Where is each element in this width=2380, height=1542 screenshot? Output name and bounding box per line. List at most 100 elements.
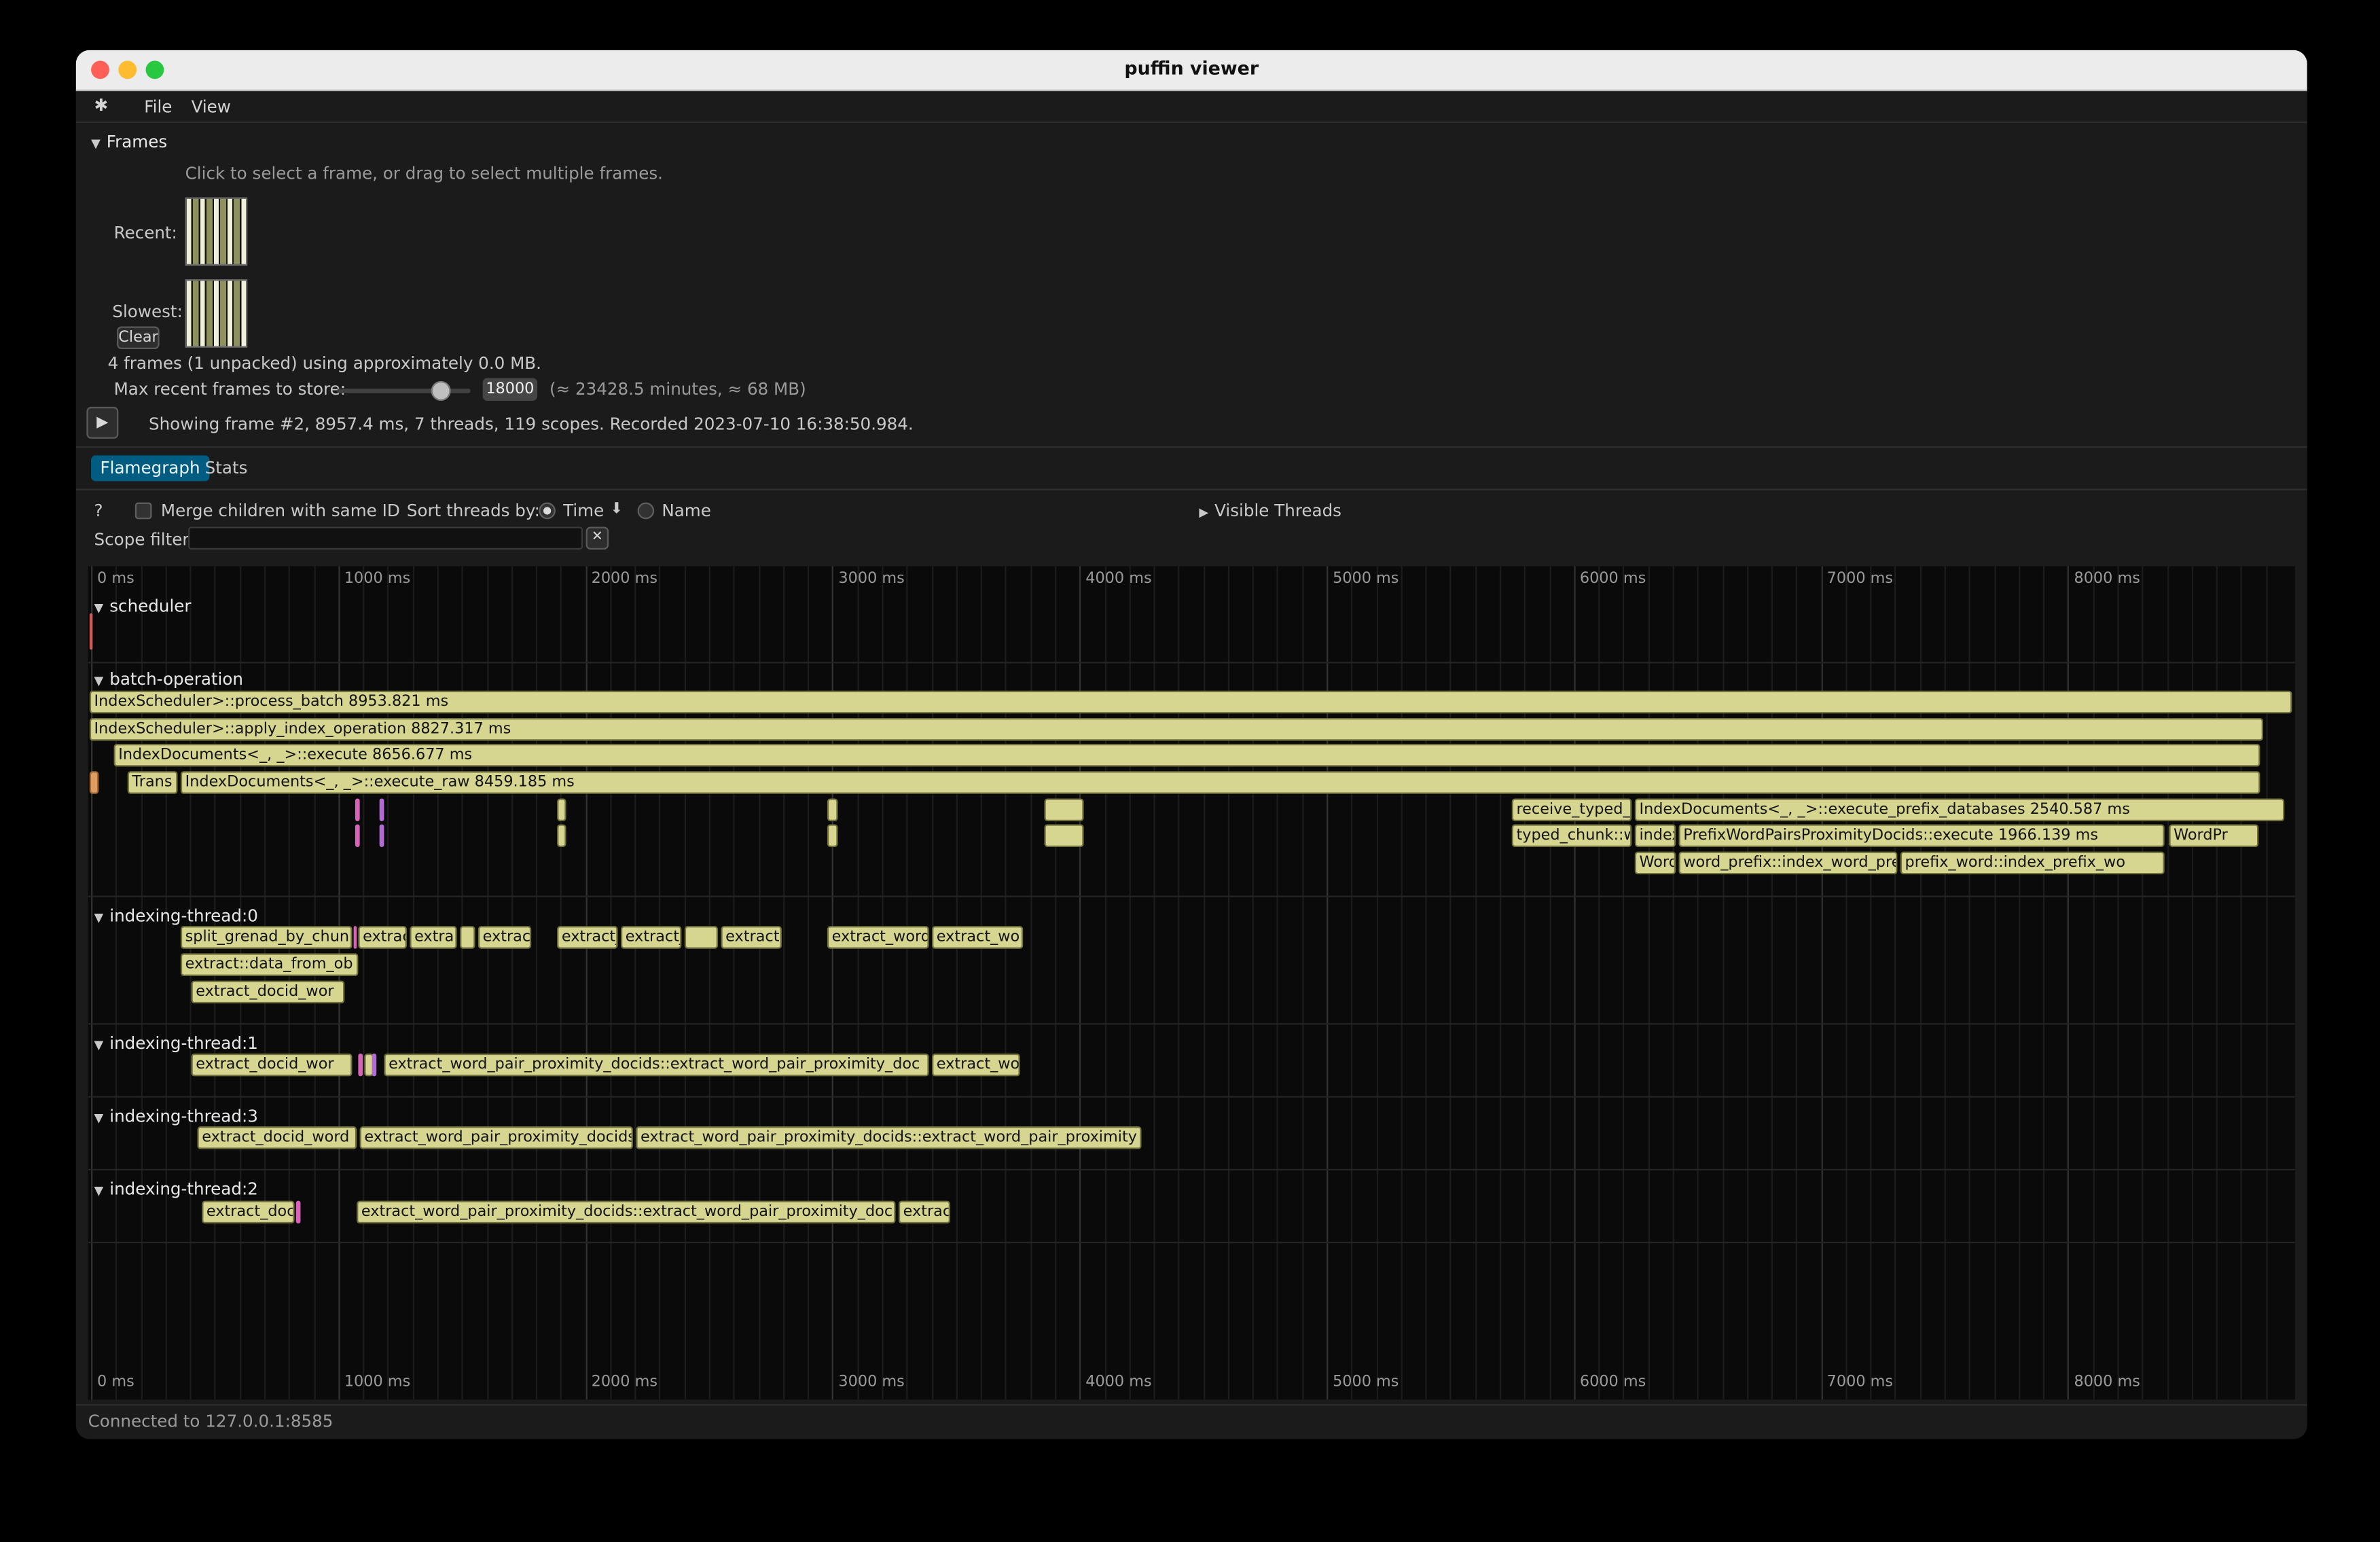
scope-bar[interactable]: extract_word_pair_proximity_docids [360,1126,633,1149]
scope-bar[interactable]: extract_wo [932,926,1023,949]
thread-header[interactable]: ▼ indexing-thread:0 [94,906,258,926]
scope-bar-label: WordPr [2174,827,2228,844]
scope-bar[interactable]: extract_docid_wor [192,981,345,1004]
recent-frames-thumbnail[interactable] [185,198,248,266]
thread-header[interactable]: ▼indexing-thread:1 [94,1034,258,1054]
scope-bar[interactable] [685,926,718,949]
tab-flamegraph[interactable]: Flamegraph [91,455,209,481]
flamegraph-canvas[interactable]: 0 ms0 ms1000 ms1000 ms2000 ms2000 ms3000… [88,567,2295,1400]
scope-bar[interactable]: extract_wo [932,1054,1020,1077]
sort-by-name-radio[interactable] [638,503,655,520]
scope-bar[interactable]: extract_word [827,926,929,949]
thread-name: indexing-thread:2 [109,1179,258,1199]
scope-bar[interactable]: extra [410,926,456,949]
thread-header[interactable]: ▼scheduler [94,596,192,616]
scope-bar[interactable]: extract_word_pair_proximity_docids::extr… [357,1201,895,1224]
scope-bar[interactable]: extract::data_from_ob [181,953,358,976]
scope-bar[interactable]: extract_doc [202,1201,294,1224]
scope-bar[interactable]: IndexDocuments<_, _>::execute 8656.677 m… [114,744,2260,767]
thread-header[interactable]: ▼batch-operation [94,670,243,689]
menu-view[interactable]: View [192,97,231,117]
scope-bar-label: index [1639,827,1676,844]
scope-bar[interactable]: split_grenad_by_chun [181,926,353,949]
scope-bar[interactable] [372,1054,377,1077]
scope-bar[interactable]: prefix_word::index_prefix_wo [1900,852,2165,875]
visible-threads-toggle[interactable]: ▶Visible Threads [1199,501,1341,520]
scope-bar[interactable] [296,1201,301,1224]
scope-bar[interactable] [557,824,566,847]
max-frames-value[interactable]: 18000 [483,378,537,401]
scope-bar-label: receive_typed_ [1516,802,1630,819]
scope-bar[interactable]: extract_docid_wor [192,1054,353,1077]
merge-children-label: Merge children with same ID [161,501,400,520]
slowest-frames-thumbnail[interactable] [185,279,248,348]
scope-bar[interactable]: extract_docid_word [198,1126,357,1149]
collapse-triangle-icon: ▼ [94,911,104,925]
scope-bar[interactable]: IndexScheduler>::process_batch 8953.821 … [90,691,2292,714]
tab-stats[interactable]: Stats [196,455,257,481]
merge-children-checkbox[interactable] [135,503,152,520]
scope-bar[interactable]: IndexDocuments<_, _>::execute_prefix_dat… [1635,798,2284,821]
scope-bar-label: IndexScheduler>::process_batch 8953.821 … [94,694,449,711]
scope-bar[interactable]: typed_chunk::w [1512,824,1632,847]
scope-bar-label: extra [414,929,454,946]
scope-bar[interactable]: extract [721,926,781,949]
thread-header[interactable]: ▼indexing-thread:2 [94,1179,258,1199]
thread-header[interactable]: ▼indexing-thread:3 [94,1107,258,1126]
frames-section-header[interactable]: ▼Frames [91,132,167,151]
scope-bar[interactable]: extract_ [621,926,681,949]
scope-bar[interactable]: receive_typed_ [1512,798,1632,821]
scope-bar[interactable]: PrefixWordPairsProximityDocids::execute … [1679,824,2165,847]
scope-bar[interactable]: extract_ [557,926,617,949]
scope-bar[interactable] [460,926,475,949]
scope-bar[interactable]: index [1635,824,1676,847]
scope-bar[interactable]: extract_word_pair_proximity_docids::extr… [384,1054,928,1077]
thread-name: indexing-thread:0 [109,906,258,926]
scope-bar-label: extract_wo [937,929,1020,946]
scope-bar[interactable] [90,771,98,794]
scope-bar[interactable]: IndexDocuments<_, _>::execute_raw 8459.1… [181,771,2260,794]
titlebar[interactable]: puffin viewer [76,50,2307,91]
scope-bar[interactable] [354,926,357,949]
scope-bar[interactable]: WordPr [2169,824,2258,847]
scope-bar-label: Trans [132,774,172,791]
help-button[interactable]: ? [94,501,103,520]
collapse-triangle-icon: ▼ [94,601,104,615]
scope-bar-label: extract_word_pair_proximity_docids [364,1130,633,1147]
scope-bar[interactable]: IndexScheduler>::apply_index_operation 8… [90,718,2263,741]
scope-bar[interactable]: word_prefix::index_word_prefix_ [1679,852,1898,875]
scope-bar[interactable] [827,798,838,821]
scope-bar[interactable] [1044,824,1083,847]
app-menu-icon[interactable]: ✱ [94,96,109,115]
sort-by-time-radio[interactable] [539,503,556,520]
scope-bar[interactable] [355,798,360,821]
scope-bar[interactable] [380,798,384,821]
scope-bar[interactable]: extrac [899,1201,950,1224]
time-axis-label: 3000 ms [838,571,904,588]
thread-section-separator [88,1096,2295,1097]
scope-bar-label: word_prefix::index_word_prefix_ [1683,855,1897,872]
sort-direction-arrow-icon[interactable]: ⬇ [610,501,623,518]
scope-bar[interactable]: extract_word_pair_proximity_docids::extr… [636,1126,1141,1149]
scope-bar[interactable] [380,824,384,847]
scope-bar[interactable] [827,824,838,847]
scope-bar-label: PrefixWordPairsProximityDocids::execute … [1683,827,2098,844]
max-frames-slider-knob[interactable] [431,381,451,401]
scope-bar[interactable]: extrac [478,926,531,949]
scope-bar[interactable] [557,798,566,821]
scope-bar[interactable]: extract [358,926,407,949]
scope-bar[interactable]: Trans [128,771,178,794]
puffin-viewer-window: puffin viewer ✱ File View ▼Frames Click … [76,50,2307,1439]
clear-button[interactable]: Clear [117,326,160,349]
scope-bar-label: extract::data_from_ob [185,956,353,973]
play-button[interactable]: ▶ [86,407,118,439]
scope-bar[interactable] [1044,798,1083,821]
scope-bar-label: IndexDocuments<_, _>::execute_raw 8459.1… [185,774,575,791]
scope-filter-input[interactable] [188,526,583,550]
scope-bar[interactable] [358,1054,363,1077]
menu-file[interactable]: File [144,97,172,117]
scope-bar[interactable] [90,613,92,650]
scope-bar[interactable]: Word [1635,852,1676,875]
clear-filter-button[interactable]: ✕ [586,526,609,550]
scope-bar[interactable] [355,824,360,847]
